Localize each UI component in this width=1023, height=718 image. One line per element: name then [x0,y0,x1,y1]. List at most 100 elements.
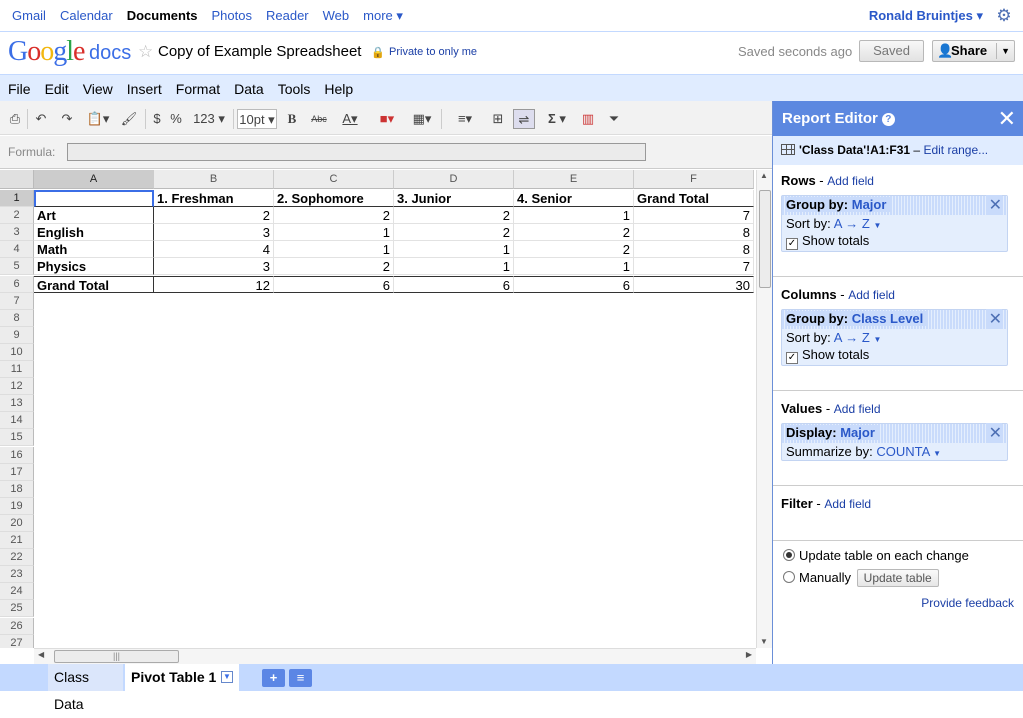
column-header-f[interactable]: F [634,170,754,189]
nav-reader[interactable]: Reader [266,8,309,24]
empty-cell[interactable] [154,515,274,532]
pivot-value-cell[interactable]: 1 [514,207,634,225]
empty-cell[interactable] [274,549,394,566]
empty-cell[interactable] [34,549,154,566]
align-icon[interactable]: ≡▾ [450,109,480,129]
edit-range-link[interactable]: Edit range... [923,143,988,157]
row-header-17[interactable]: 17 [0,463,34,481]
empty-cell[interactable] [34,447,154,464]
chevron-down-icon[interactable]: ▼ [221,671,233,683]
pivot-row-label[interactable]: English [34,224,154,242]
empty-cell[interactable] [514,600,634,617]
pivot-header-cell[interactable]: 1. Freshman [154,190,274,207]
empty-cell[interactable] [34,344,154,361]
add-sheet-button[interactable]: + [262,669,285,687]
rows-sort-dropdown[interactable]: A → Z ▼ [834,216,882,231]
nav-documents[interactable]: Documents [127,8,198,24]
remove-icon[interactable]: ✕ [985,309,1002,329]
scroll-right-icon[interactable]: ▶ [746,650,752,659]
empty-cell[interactable] [274,361,394,378]
empty-cell[interactable] [154,327,274,344]
values-display-value[interactable]: Major [840,425,875,440]
row-header-19[interactable]: 19 [0,497,34,515]
borders-icon[interactable]: ▦▾ [409,109,435,129]
empty-cell[interactable] [274,429,394,446]
menu-format[interactable]: Format [176,75,228,101]
row-header-8[interactable]: 8 [0,309,34,327]
row-header-11[interactable]: 11 [0,361,34,378]
nav-more[interactable]: more ▾ [363,8,403,24]
empty-cell[interactable] [394,447,514,464]
empty-cell[interactable] [274,310,394,327]
empty-cell[interactable] [274,412,394,429]
column-header-c[interactable]: C [274,170,394,189]
row-header-16[interactable]: 16 [0,446,34,464]
empty-cell[interactable] [514,481,634,498]
empty-cell[interactable] [154,378,274,395]
empty-cell[interactable] [274,498,394,515]
empty-cell[interactable] [634,515,754,532]
currency-button[interactable]: $ [150,109,164,129]
columns-group-value[interactable]: Class Level [852,311,924,326]
empty-cell[interactable] [34,378,154,395]
empty-cell[interactable] [394,549,514,566]
empty-cell[interactable] [514,429,634,446]
row-header-3[interactable]: 3 [0,224,34,242]
empty-cell[interactable] [274,293,394,310]
pivot-value-cell[interactable]: 1 [274,241,394,259]
row-header-2[interactable]: 2 [0,207,34,225]
empty-cell[interactable] [394,361,514,378]
row-header-20[interactable]: 20 [0,514,34,532]
select-all-corner[interactable] [0,170,34,189]
empty-cell[interactable] [34,498,154,515]
saved-button[interactable]: Saved [859,40,924,62]
empty-cell[interactable] [154,293,274,310]
update-table-button[interactable]: Update table [856,569,939,587]
empty-cell[interactable] [274,532,394,549]
empty-cell[interactable] [154,583,274,600]
empty-cell[interactable] [514,378,634,395]
empty-cell[interactable] [154,395,274,412]
share-button[interactable]: 👤 Share ▼ [932,40,1015,62]
empty-cell[interactable] [634,361,754,378]
help-icon[interactable]: ? [881,113,895,126]
empty-cell[interactable] [154,481,274,498]
empty-cell[interactable] [634,618,754,635]
number-format-button[interactable]: 123 ▾ [190,109,228,129]
empty-cell[interactable] [634,481,754,498]
chart-icon[interactable]: ▥ [578,109,598,129]
empty-cell[interactable] [394,395,514,412]
empty-cell[interactable] [274,378,394,395]
sheet-list-button[interactable]: ≡ [289,669,312,687]
rows-group-value[interactable]: Major [852,197,887,212]
pivot-value-cell[interactable]: 6 [394,275,514,293]
empty-cell[interactable] [634,498,754,515]
empty-cell[interactable] [514,618,634,635]
strikethrough-button[interactable]: Abc [308,109,330,129]
empty-cell[interactable] [634,310,754,327]
empty-cell[interactable] [34,429,154,446]
empty-cell[interactable] [34,327,154,344]
pivot-value-cell[interactable]: 1 [394,241,514,259]
bold-button[interactable]: B [284,109,300,129]
empty-cell[interactable] [634,293,754,310]
remove-icon[interactable]: ✕ [985,195,1002,215]
empty-cell[interactable] [514,447,634,464]
empty-cell[interactable] [154,600,274,617]
empty-cell[interactable] [154,532,274,549]
manually-option[interactable]: Manually Update table [783,569,939,587]
text-color-icon[interactable]: A▾ [336,109,364,129]
empty-cell[interactable] [154,447,274,464]
pivot-value-cell[interactable]: 12 [154,275,274,293]
pivot-value-cell[interactable]: 6 [274,275,394,293]
vertical-scroll-thumb[interactable] [759,190,771,288]
empty-cell[interactable] [274,344,394,361]
empty-cell[interactable] [634,429,754,446]
formula-input[interactable] [67,143,646,161]
scroll-up-icon[interactable]: ▲ [760,171,768,180]
menu-insert[interactable]: Insert [127,75,170,101]
nav-web[interactable]: Web [323,8,350,24]
menu-view[interactable]: View [83,75,121,101]
empty-cell[interactable] [154,498,274,515]
empty-cell[interactable] [274,618,394,635]
